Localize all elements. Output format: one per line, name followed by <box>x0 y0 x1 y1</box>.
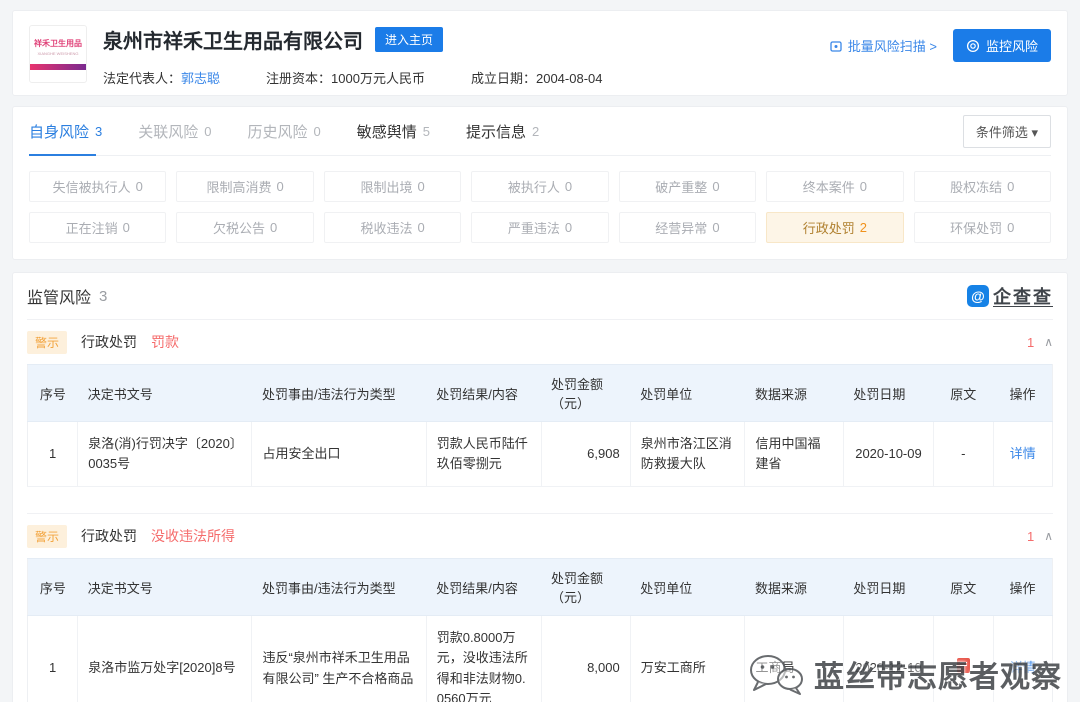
filter-abnormal-operation[interactable]: 经营异常0 <box>619 212 756 243</box>
group-count: 1 <box>1027 529 1034 544</box>
legal-rep-link[interactable]: 郭志聪 <box>181 71 220 86</box>
penalty-group-confiscation: 警示 行政处罚 没收违法所得 1 ∧ 序号 决定书文号 处罚事由/违法行为类型 … <box>27 513 1053 702</box>
filter-dishonest-executee[interactable]: 失信被执行人0 <box>29 171 166 202</box>
batch-risk-scan-link[interactable]: 批量风险扫描 > <box>829 36 937 55</box>
detail-link[interactable]: 详情 <box>1010 446 1036 461</box>
logo-subtext: XIANGHE WEISHENG <box>38 51 79 56</box>
table-header-row: 序号 决定书文号 处罚事由/违法行为类型 处罚结果/内容 处罚金额（元） 处罚单… <box>28 365 1053 422</box>
company-logo: 祥禾卫生用品 XIANGHE WEISHENG <box>29 25 87 83</box>
page-title: 泉州市祥禾卫生用品有限公司 <box>103 25 363 54</box>
logo-text: 祥禾卫生用品 <box>34 38 82 49</box>
condition-filter-button[interactable]: 条件筛选 ▾ <box>963 115 1051 148</box>
monitor-icon <box>966 39 980 53</box>
warning-badge: 警示 <box>27 331 67 354</box>
tab-history-risk[interactable]: 历史风险0 <box>248 107 321 155</box>
filter-serious-violation[interactable]: 严重违法0 <box>471 212 608 243</box>
enter-homepage-button[interactable]: 进入主页 <box>375 27 443 52</box>
filter-consumption-restriction[interactable]: 限制高消费0 <box>176 171 313 202</box>
scan-icon <box>829 39 843 53</box>
detail-link[interactable]: 详情 <box>1010 660 1036 675</box>
tab-sensitive-opinion[interactable]: 敏感舆情5 <box>357 107 430 155</box>
section-title: 监管风险 <box>27 284 91 308</box>
tab-related-risk[interactable]: 关联风险0 <box>138 107 211 155</box>
penalty-table-confiscation: 序号 决定书文号 处罚事由/违法行为类型 处罚结果/内容 处罚金额（元） 处罚单… <box>27 558 1053 702</box>
filter-admin-penalty[interactable]: 行政处罚2 <box>766 212 903 243</box>
table-header-row: 序号 决定书文号 处罚事由/违法行为类型 处罚结果/内容 处罚金额（元） 处罚单… <box>28 559 1053 616</box>
chevron-up-icon[interactable]: ∧ <box>1044 529 1053 543</box>
filter-exit-restriction[interactable]: 限制出境0 <box>324 171 461 202</box>
qichacha-icon: @ <box>967 285 989 307</box>
table-row: 1 泉洛(消)行罚决字〔2020〕0035号 占用安全出口 罚款人民币陆仟玖佰零… <box>28 422 1053 487</box>
risk-tabs-panel: 自身风险3 关联风险0 历史风险0 敏感舆情5 提示信息2 条件筛选 ▾ 失信被… <box>12 106 1068 260</box>
company-header: 祥禾卫生用品 XIANGHE WEISHENG 泉州市祥禾卫生用品有限公司 进入… <box>12 10 1068 96</box>
group-count: 1 <box>1027 335 1034 350</box>
establish-date: 成立日期：2004-08-04 <box>471 68 603 87</box>
penalty-table-fine: 序号 决定书文号 处罚事由/违法行为类型 处罚结果/内容 处罚金额（元） 处罚单… <box>27 364 1053 487</box>
legal-representative: 法定代表人：郭志聪 <box>103 68 220 87</box>
regulatory-risk-panel: 监管风险 3 @ 企查查 警示 行政处罚 罚款 1 ∧ 序号 决定书文号 处罚事… <box>12 272 1068 702</box>
original-doc-icon[interactable] <box>957 658 970 673</box>
filter-tax-violation[interactable]: 税收违法0 <box>324 212 461 243</box>
filter-env-penalty[interactable]: 环保处罚0 <box>914 212 1051 243</box>
tab-hint-info[interactable]: 提示信息2 <box>466 107 539 155</box>
logo-bar <box>30 64 86 70</box>
filter-executee[interactable]: 被执行人0 <box>471 171 608 202</box>
registered-capital: 注册资本：1000万元人民币 <box>266 68 425 87</box>
chevron-up-icon[interactable]: ∧ <box>1044 335 1053 349</box>
filter-cancelling[interactable]: 正在注销0 <box>29 212 166 243</box>
section-count: 3 <box>99 288 107 305</box>
filter-bankruptcy[interactable]: 破产重整0 <box>619 171 756 202</box>
monitor-risk-button[interactable]: 监控风险 <box>953 29 1051 62</box>
caret-down-icon: ▾ <box>1031 125 1038 140</box>
filter-equity-freeze[interactable]: 股权冻结0 <box>914 171 1051 202</box>
warning-badge: 警示 <box>27 525 67 548</box>
penalty-group-fine: 警示 行政处罚 罚款 1 ∧ 序号 决定书文号 处罚事由/违法行为类型 处罚结果… <box>27 319 1053 513</box>
qichacha-logo: @ 企查查 <box>967 283 1053 309</box>
risk-filter-grid: 失信被执行人0 限制高消费0 限制出境0 被执行人0 破产重整0 终本案件0 股… <box>29 171 1051 243</box>
filter-closed-case[interactable]: 终本案件0 <box>766 171 903 202</box>
filter-tax-arrears[interactable]: 欠税公告0 <box>176 212 313 243</box>
table-row: 1 泉洛市监万处字[2020]8号 违反“泉州市祥禾卫生用品有限公司” 生产不合… <box>28 616 1053 702</box>
tab-self-risk[interactable]: 自身风险3 <box>29 107 102 155</box>
